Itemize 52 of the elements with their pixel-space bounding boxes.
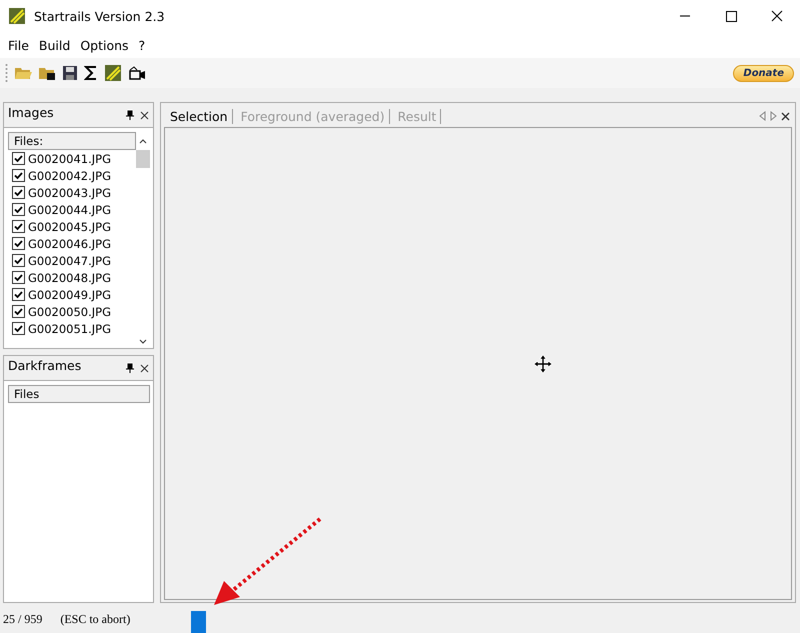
donate-button[interactable]: Donate [733, 64, 794, 82]
file-name[interactable]: G0020046.JPG [28, 236, 112, 250]
file-name[interactable]: G0020045.JPG [28, 220, 112, 234]
save-icon[interactable] [62, 65, 78, 81]
move-cursor-icon [533, 354, 553, 374]
checkbox[interactable] [12, 203, 25, 216]
checkbox[interactable] [12, 305, 25, 318]
column-header[interactable]: Files: [8, 132, 136, 150]
menu-item[interactable]: ? [134, 38, 150, 52]
close-icon[interactable] [781, 112, 790, 120]
folder-icon[interactable] [38, 65, 56, 81]
checkbox[interactable] [12, 254, 25, 267]
checkbox[interactable] [12, 186, 25, 199]
menu-item[interactable]: Build [34, 38, 74, 52]
file-name[interactable]: G0020051.JPG [28, 322, 112, 336]
file-name[interactable]: G0020042.JPG [28, 168, 112, 182]
checkbox[interactable] [12, 288, 25, 301]
file-name[interactable]: G0020048.JPG [28, 270, 112, 284]
frame-counter: 25 / 959 [3, 612, 42, 626]
status-hint: (ESC to abort) [60, 612, 130, 626]
close-icon[interactable] [140, 110, 149, 120]
file-name[interactable]: G0020041.JPG [28, 152, 112, 166]
tab[interactable]: Selection [166, 108, 233, 124]
file-name[interactable]: G0020047.JPG [28, 254, 112, 268]
column-header[interactable]: Files [8, 385, 150, 403]
scrollbar[interactable] [136, 150, 150, 347]
star-trails-icon[interactable] [104, 64, 122, 82]
checkbox[interactable] [12, 169, 25, 182]
close-icon[interactable] [140, 364, 149, 372]
panel-title: Darkframes [8, 358, 82, 373]
checkbox[interactable] [12, 271, 25, 284]
checkbox[interactable] [12, 152, 25, 165]
toolbar-grip[interactable] [5, 63, 8, 83]
menu-item[interactable]: Options [76, 38, 133, 52]
file-name[interactable]: G0020043.JPG [28, 186, 112, 200]
sum-icon[interactable] [84, 65, 98, 81]
file-name[interactable]: G0020044.JPG [28, 202, 112, 216]
app-icon [8, 7, 26, 25]
menu-item[interactable]: File [4, 38, 33, 52]
file-name[interactable]: G0020049.JPG [28, 288, 112, 302]
pin-icon[interactable] [126, 363, 134, 373]
scroll-thumb[interactable] [136, 150, 150, 168]
panel-title: Images [8, 105, 55, 120]
file-name[interactable]: G0020050.JPG [28, 304, 112, 318]
scroll-left-icon[interactable] [759, 111, 766, 121]
checkbox[interactable] [12, 220, 25, 233]
pin-icon[interactable] [126, 110, 134, 120]
checkbox[interactable] [12, 237, 25, 250]
video-camera-icon[interactable] [128, 65, 146, 81]
checkbox[interactable] [12, 322, 25, 335]
progress-block [191, 611, 206, 633]
window-title: Startrails Version 2.3 [34, 8, 165, 24]
